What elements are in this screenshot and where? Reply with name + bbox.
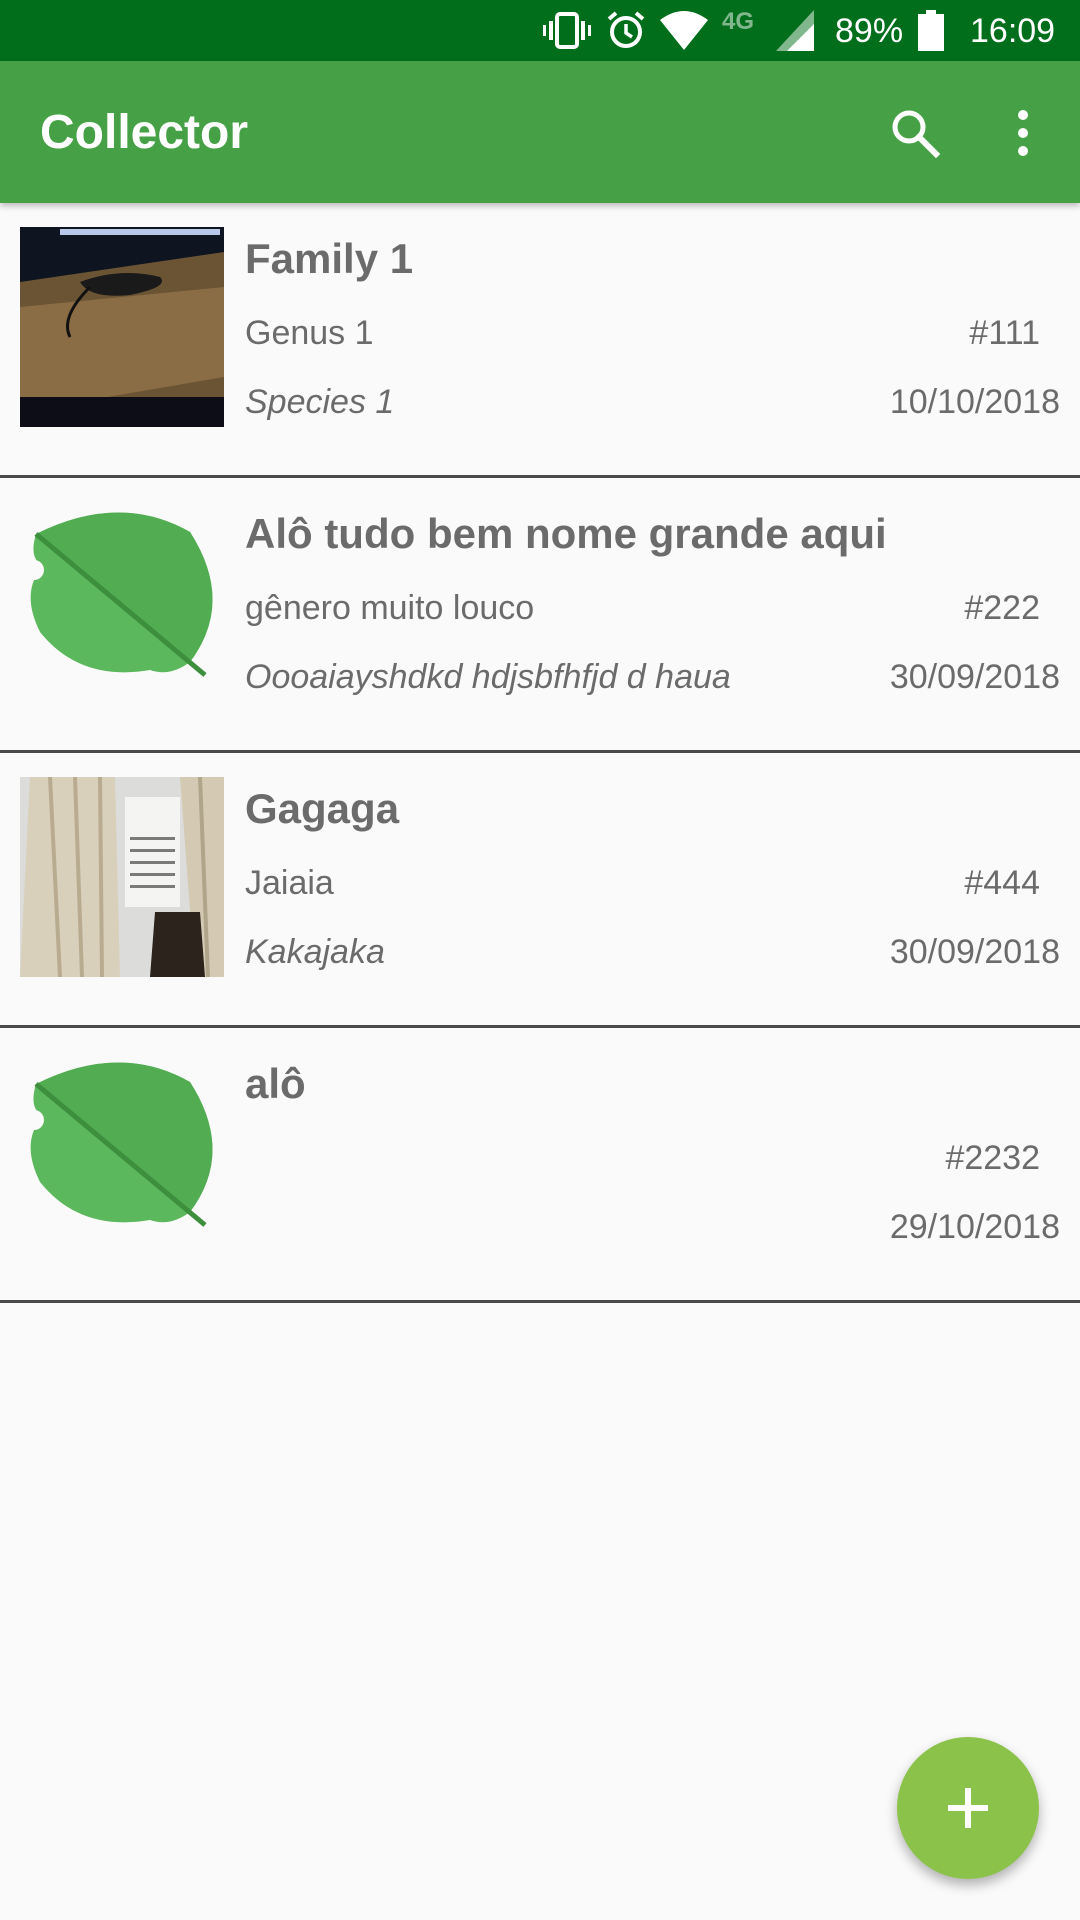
list-item[interactable]: alô #2232 29/10/2018	[0, 1028, 1080, 1303]
specimen-number: #444	[964, 864, 1040, 902]
leaf-placeholder	[20, 502, 224, 702]
plus-icon	[948, 1788, 988, 1828]
battery-percent: 89%	[835, 12, 904, 50]
clock: 16:09	[970, 12, 1056, 50]
app-bar: Collector	[0, 61, 1080, 203]
collection-date: 30/09/2018	[889, 658, 1060, 696]
leaf-icon	[24, 512, 213, 677]
add-specimen-button[interactable]	[897, 1737, 1039, 1879]
leaf-placeholder	[20, 1052, 224, 1252]
list-item[interactable]: Family 1 Genus 1 Species 1 #111 10/10/20…	[0, 203, 1080, 478]
collection-date: 29/10/2018	[889, 1208, 1060, 1246]
app-title: Collector	[40, 106, 249, 159]
alarm-icon	[607, 11, 645, 48]
list-item[interactable]: Gagaga Jaiaia Kakajaka #444 30/09/2018	[0, 753, 1080, 1028]
status-bar: 4G 89% 16:09	[0, 0, 1080, 61]
family-name: alô	[245, 1060, 306, 1107]
species-name: Kakajaka	[245, 933, 385, 971]
list-item[interactable]: Alô tudo bem nome grande aqui gênero mui…	[0, 478, 1080, 753]
photo-thumbnail	[20, 777, 224, 977]
genus-name: gênero muito louco	[245, 589, 535, 627]
specimen-photo	[20, 777, 224, 977]
specimen-photo	[20, 227, 224, 427]
specimen-list: Family 1 Genus 1 Species 1 #111 10/10/20…	[0, 203, 1080, 1303]
specimen-number: #2232	[945, 1139, 1040, 1177]
vibrate-icon	[543, 12, 591, 49]
collection-date: 30/09/2018	[889, 933, 1060, 971]
specimen-number: #111	[969, 314, 1040, 352]
network-type: 4G	[722, 8, 755, 35]
genus-name: Genus 1	[245, 314, 374, 352]
photo-thumbnail	[20, 227, 224, 427]
specimen-number: #222	[964, 589, 1040, 627]
genus-name: Jaiaia	[245, 864, 334, 902]
signal-icon	[776, 10, 814, 51]
species-name: Species 1	[245, 383, 395, 421]
screen: 4G 89% 16:09 Collector Family 1 Genus 1 …	[0, 0, 1080, 1920]
more-vert-icon[interactable]	[1000, 108, 1046, 158]
family-name: Gagaga	[245, 785, 400, 832]
collection-date: 10/10/2018	[889, 383, 1060, 421]
battery-icon	[918, 10, 944, 51]
search-icon[interactable]	[890, 108, 940, 158]
wifi-icon	[660, 11, 708, 50]
species-name: Oooaiayshdkd hdjsbfhfjd d haua	[245, 658, 731, 696]
family-name: Alô tudo bem nome grande aqui	[245, 510, 887, 557]
leaf-icon	[24, 1062, 213, 1227]
family-name: Family 1	[245, 235, 414, 282]
